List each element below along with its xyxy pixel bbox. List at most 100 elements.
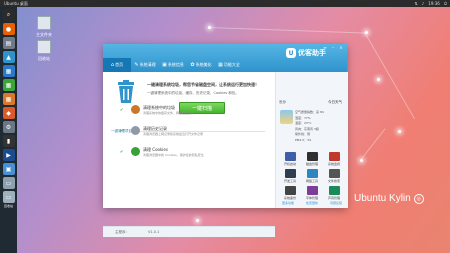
window-header: ≡ – × U 优客助手 ⌂ 首页 ✎ 系统清理 ▣ 系统信息 ✿ 系统美化 ▦ 功能大全 [103,44,347,72]
presentation-icon[interactable]: ▦ [2,93,15,105]
tab-home[interactable]: ⌂ 首页 [103,58,131,72]
spreadsheet-icon[interactable]: ▦ [2,79,15,91]
video-icon[interactable]: ▶ [2,149,15,161]
app-logo: U 优客助手 [286,48,326,58]
intro-desc: 一键清理系统中的垃圾、缓存、历史记录、Cookies 和包。 [147,91,239,95]
desktop-icon-trash[interactable]: 回收站 [33,40,55,62]
tool-item[interactable]: 磁盘管理 [302,152,322,166]
launcher: ⌕ ● ▤ ▲ ▦ ▦ ▦ ◆ ⚙ ▮ ▶ ▣ ▭ ▭ 回收站 [0,7,17,253]
clean-item-icon [131,105,140,114]
desktop-icon-label: 主文件夹 [36,32,52,37]
weather-title: 今日天气 [328,100,342,104]
checkbox-checked-icon[interactable]: ✔ [120,149,123,154]
clean-item-icon [131,126,140,135]
brand-logo-icon: ◎ [413,193,424,204]
network-icon[interactable]: ⇅ [414,1,417,6]
weather-detail: PM2.5：34 [295,137,311,142]
intro-text: 一键清理系统垃圾，帮您节省磁盘空间，让系统运行更加快速！ 一键清理系统中的垃圾、… [147,82,277,96]
tool-icon [306,186,318,195]
desktop-icon-label: 回收站 [38,56,50,61]
palette-icon: ✿ [190,62,195,68]
trash-can-icon [118,80,134,103]
wallpaper-sparkle [196,219,199,222]
tool-item[interactable]: 开机启动 [280,152,300,166]
home-icon: ⌂ [110,62,115,68]
assistant-window: ≡ – × U 优客助手 ⌂ 首页 ✎ 系统清理 ▣ 系统信息 ✿ 系统美化 ▦ 功能大全 一键清… [103,44,348,237]
tab-bar: ⌂ 首页 ✎ 系统清理 ▣ 系统信息 ✿ 系统美化 ▦ 功能大全 [103,58,243,72]
wallpaper-line [207,27,368,34]
clock[interactable]: 19:36 [428,1,440,6]
volume-icon[interactable]: ♪ [422,1,425,6]
top-panel: Ubuntu 桌面 ⇅ ♪ 19:36 ⏻ [0,0,450,7]
checkbox-checked-icon[interactable]: ✔ [120,107,123,112]
storage-icon[interactable]: ▭ [2,177,15,189]
weather-detail: 风向：东南风 3级 [295,126,319,131]
tool-icon [284,152,296,161]
power-icon[interactable]: ⏻ [444,1,447,6]
tool-item[interactable]: 文件搜索 [324,169,344,183]
version-text: V1.0.1 [148,230,160,234]
tab-label: 系统清理 [139,62,156,67]
tab-label: 系统信息 [167,62,184,67]
tab-label: 功能大全 [223,62,240,67]
tool-item[interactable]: 网络工具 [302,169,322,183]
tool-label: 磁盘管理 [305,162,318,166]
clean-item-desc: 清理系统中的缓存文件，释放磁盘空间 [143,111,195,115]
trash-icon[interactable]: ▭ [2,191,15,203]
status-label: 主程序： [115,230,129,234]
tool-icon [306,169,318,178]
clean-item-desc: 清理浏览器上网记录和系统最近打开文件记录 [143,132,204,136]
clean-item[interactable]: ✔ 清理历史记录 清理浏览器上网记录和系统最近打开文件记录 [120,126,270,142]
terminal-icon[interactable]: ▮ [2,135,15,147]
weather-detail: 空气质量指数：良 84 [295,110,324,114]
settings-icon[interactable]: ⚙ [2,121,15,133]
files-icon[interactable]: ▤ [2,37,15,49]
tab-label: 首页 [115,62,124,67]
logo-text: 优客助手 [298,49,326,57]
dash-icon[interactable]: ⌕ [2,9,15,21]
tool-label: 系统监视 [327,162,340,166]
tab-palette[interactable]: ✿ 系统美化 [187,58,215,72]
software-center-icon[interactable]: ◆ [2,107,15,119]
tool-icon [328,186,340,195]
brand-text: Ubuntu Kylin [354,193,411,204]
weather-icon [280,110,293,124]
minimize-icon[interactable]: – [330,45,336,50]
checkbox-checked-icon[interactable]: ✔ [120,128,123,133]
clean-item[interactable]: ✔ 清理系统中的垃圾 清理系统中的缓存文件，释放磁盘空间 [120,105,270,121]
window-title: Ubuntu 桌面 [4,0,28,6]
tool-item[interactable]: 开发工具 [280,169,300,183]
tool-icon [328,152,340,161]
desktop-icon-home[interactable]: 主文件夹 [33,16,55,38]
trash-icon [37,40,51,54]
tool-label: 文件搜索 [327,179,340,183]
wallpaper-sparkle [398,130,401,133]
tab-broom[interactable]: ✎ 系统清理 [131,58,159,72]
clean-item[interactable]: ✔ 清理 Cookies 清理浏览器中的 Cookies，保护您的隐私安全 [120,147,270,163]
side-panel: 长沙 今日天气 空气质量指数：良 84 湿度：77% 温度：23°C 风向：东南风 3… [275,72,348,208]
tool-icon [328,169,340,178]
tool-item[interactable]: 系统监视 [324,152,344,166]
firefox-icon[interactable]: ● [2,23,15,35]
intro-title: 一键清理系统垃圾，帮您节省磁盘空间，让系统运行更加快速！ [147,82,259,87]
weather-detail: 温度：23°C [295,121,312,125]
workspace-icon[interactable]: ▣ [2,163,15,175]
weather-detail: 紫外线：弱 [295,132,311,136]
monitor-icon: ▣ [162,62,167,68]
side-footer-link[interactable]: 检查更新 [306,201,318,205]
folder-icon [37,16,51,30]
wallpaper-line [364,32,415,120]
tab-grid[interactable]: ▦ 功能大全 [215,58,243,72]
side-footer-link[interactable]: 问题反馈 [330,201,342,205]
tool-label: 开发工具 [283,179,296,183]
close-icon[interactable]: × [338,45,344,50]
main-content: 一键清理系统垃圾，帮您节省磁盘空间，让系统运行更加快速！ 一键清理系统中的垃圾、… [103,72,277,237]
clean-item-icon [131,147,140,156]
clean-item-desc: 清理浏览器中的 Cookies，保护您的隐私安全 [143,153,204,157]
tab-monitor[interactable]: ▣ 系统信息 [159,58,187,72]
side-footer-link[interactable]: 更多功能 [282,201,294,205]
document-icon[interactable]: ▦ [2,65,15,77]
weather-detail: 湿度：77% [295,115,311,120]
kylin-assistant-icon[interactable]: ▲ [2,51,15,63]
status-bar: 主程序： V1.0.1 [103,226,275,237]
